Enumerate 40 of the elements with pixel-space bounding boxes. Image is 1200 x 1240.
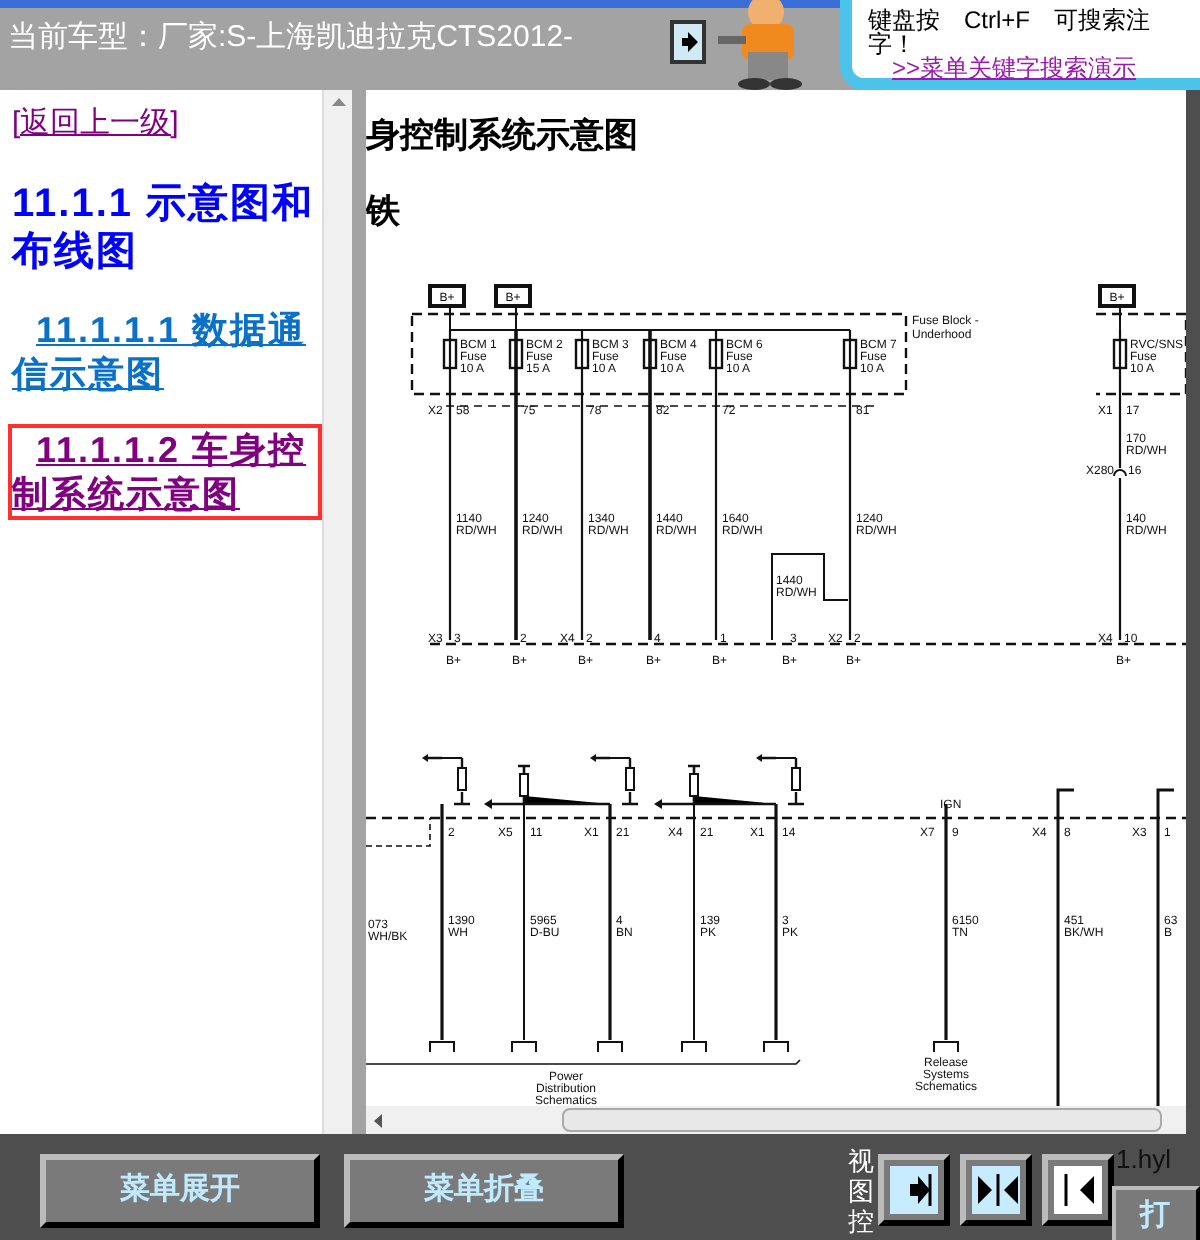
scroll-up-icon xyxy=(331,98,345,106)
print-button[interactable]: 打 xyxy=(1112,1186,1200,1240)
menu-heading[interactable]: 11.1.1 示意图和布线图 xyxy=(8,175,322,279)
tip-text: 键盘按 Ctrl+F 可搜索注 xyxy=(868,8,1152,32)
connector-symbol xyxy=(933,1041,959,1053)
scroll-thumb[interactable] xyxy=(562,1108,1162,1132)
pull-up-symbol xyxy=(484,764,612,809)
arrow-right-icon xyxy=(678,32,698,52)
supply-terminal xyxy=(494,284,532,308)
diagram-title: 身控制系统示意图 xyxy=(366,114,638,158)
view-button[interactable] xyxy=(1042,1154,1114,1226)
file-name: 1.hyl xyxy=(1116,1142,1171,1178)
menu-button[interactable]: 菜单折叠 xyxy=(344,1154,624,1228)
back-link[interactable]: [返回上一级] xyxy=(8,98,322,151)
pull-down-symbol xyxy=(422,754,472,806)
demo-link[interactable]: >>菜单关键字搜索演示 xyxy=(868,56,1200,82)
menu-link[interactable]: 11.1.1.1 数据通信示意图 xyxy=(8,303,322,399)
splice-symbol xyxy=(1113,469,1127,477)
horizontal-scrollbar[interactable] xyxy=(366,1106,1186,1134)
connector-symbol xyxy=(681,1041,707,1053)
connector-symbol xyxy=(763,1041,789,1053)
pull-down-symbol xyxy=(590,754,640,806)
menu-link[interactable]: 11.1.1.2 车身控制系统示意图 xyxy=(8,423,322,519)
supply-terminal xyxy=(1098,284,1136,308)
view-control-label: 视图控 xyxy=(848,1146,874,1236)
view-button[interactable] xyxy=(878,1154,950,1226)
pull-up-symbol xyxy=(654,764,778,809)
fuse-block-outline xyxy=(1096,312,1186,396)
go-button[interactable] xyxy=(670,20,706,64)
menu-button[interactable]: 菜单展开 xyxy=(40,1154,320,1228)
scroll-left-icon xyxy=(374,1113,382,1127)
connector-symbol xyxy=(597,1041,623,1053)
connector-symbol xyxy=(511,1041,537,1053)
vertical-scrollbar[interactable] xyxy=(322,90,352,1134)
supply-terminal xyxy=(428,284,466,308)
view-button[interactable] xyxy=(960,1154,1032,1226)
connector-symbol xyxy=(429,1041,455,1053)
vehicle-label: 当前车型：厂家:S-上海凯迪拉克CTS2012- xyxy=(6,18,576,58)
tip-text: 字！ xyxy=(868,32,916,56)
pull-down-symbol xyxy=(756,754,806,806)
